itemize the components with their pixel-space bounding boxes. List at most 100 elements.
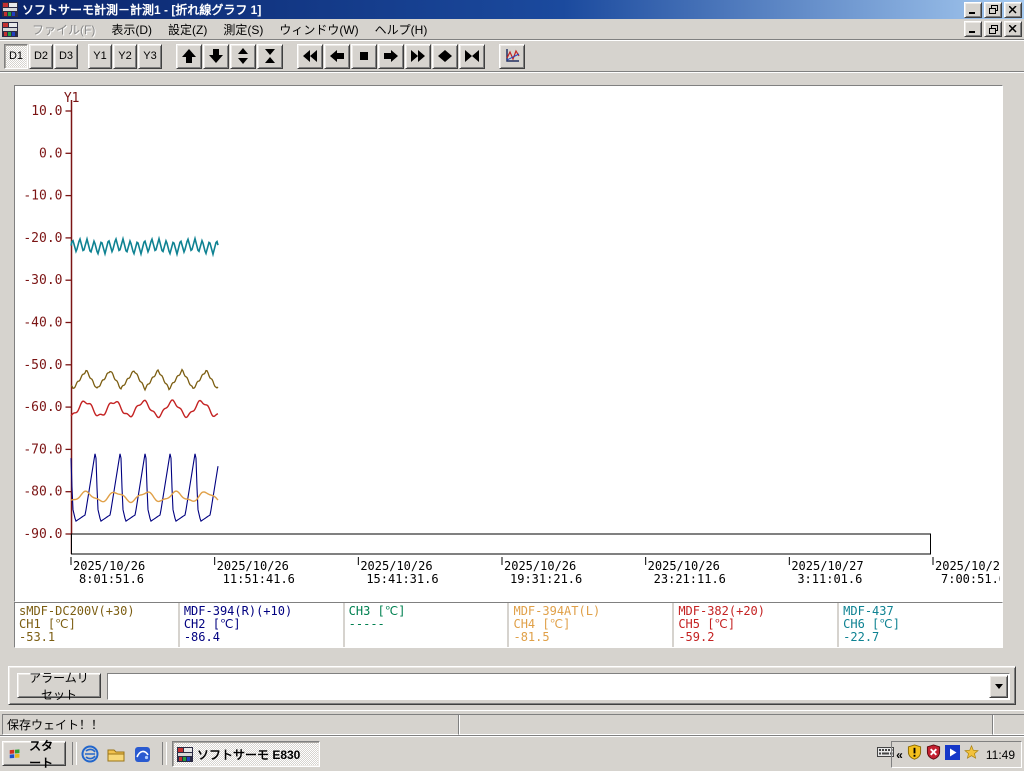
alarm-dropdown-arrow[interactable] [989, 675, 1008, 698]
legend-current-value: -22.7 [843, 631, 1002, 644]
y-tick-label: -40.0 [23, 316, 62, 331]
series-line-ch4 [71, 491, 218, 502]
taskbar-divider [72, 742, 77, 765]
menu-measure[interactable]: 測定(S) [215, 19, 271, 40]
compress-vertical-icon[interactable] [257, 44, 283, 69]
legend-panel: sMDF-DC200V(+30)CH1 [℃]-53.1MDF-394(R)(+… [14, 602, 1003, 648]
time-range-box [72, 534, 931, 554]
child-restore-button[interactable] [984, 21, 1002, 37]
chevron-down-icon [995, 684, 1003, 689]
y-tick-label: -10.0 [23, 189, 62, 204]
legend-cell-ch2[interactable]: MDF-394(R)(+10)CH2 [℃]-86.4 [180, 603, 343, 647]
start-button[interactable]: スタート [2, 741, 66, 766]
y-tick-label: -80.0 [23, 485, 62, 500]
y-tick-label: -90.0 [23, 527, 62, 542]
x-tick-time: 3:11:01.6 [797, 572, 862, 586]
legend-cell-ch3[interactable]: CH3 [℃]----- [345, 603, 508, 647]
x-tick-date: 2025/10/27 [791, 559, 863, 573]
step-left-icon[interactable] [324, 44, 350, 69]
x-tick-time: 7:00:51.6 [941, 572, 1000, 586]
window-title: ソフトサーモ計測－計測1 - [折れ線グラフ 1] [22, 1, 261, 18]
x-tick-date: 2025/10/26 [504, 559, 576, 573]
child-minimize-button[interactable] [964, 21, 982, 37]
document-icon[interactable] [2, 22, 18, 37]
line-chart: Y110.00.0-10.0-20.0-30.0-40.0-50.0-60.0-… [15, 86, 1000, 599]
y-tick-label: 10.0 [31, 104, 62, 119]
series-line-ch1 [71, 370, 218, 390]
expand-horizontal-icon[interactable] [432, 44, 458, 69]
alarm-panel: アラームリセット [8, 666, 1016, 705]
axis-y3-button[interactable]: Y3 [138, 44, 162, 69]
menu-view[interactable]: 表示(D) [103, 19, 160, 40]
x-tick-date: 2025/10/26 [648, 559, 720, 573]
legend-cell-ch4[interactable]: MDF-394AT(L)CH4 [℃]-81.5 [509, 603, 672, 647]
display2-button[interactable]: D2 [29, 44, 53, 69]
fast-rewind-icon[interactable] [297, 44, 323, 69]
series-line-ch2 [71, 454, 218, 521]
scroll-down-icon[interactable] [203, 44, 229, 69]
y-tick-label: -50.0 [23, 358, 62, 373]
security-alert-shield-icon[interactable] [926, 744, 941, 765]
clock[interactable]: 11:49 [986, 748, 1015, 762]
taskbar: スタート ソフトサーモ E830 [0, 736, 1024, 769]
status-bar: 保存ウェイト！！ [0, 710, 1024, 737]
y-tick-label: 0.0 [39, 146, 62, 161]
alarm-dropdown[interactable] [107, 673, 1010, 700]
graph-display-icon[interactable] [499, 44, 525, 69]
x-tick-date: 2025/10/27 [935, 559, 1000, 573]
x-tick-date: 2025/10/26 [73, 559, 145, 573]
task-button-softthermo[interactable]: ソフトサーモ E830 [172, 741, 320, 767]
fast-forward-icon[interactable] [405, 44, 431, 69]
legend-cell-ch6[interactable]: MDF-437CH6 [℃]-22.7 [839, 603, 1002, 647]
taskbar-divider [162, 742, 167, 765]
star-icon[interactable] [964, 745, 979, 765]
display1-button[interactable]: D1 [4, 44, 28, 69]
child-close-button[interactable] [1004, 21, 1022, 37]
status-panel-3 [992, 714, 1024, 735]
close-button[interactable] [1004, 2, 1022, 18]
x-tick-time: 15:41:31.6 [366, 572, 438, 586]
collapse-chevron-icon[interactable]: « [896, 748, 903, 762]
alarm-reset-button[interactable]: アラームリセット [17, 673, 101, 698]
status-message: 保存ウェイト！！ [2, 714, 460, 735]
media-player-icon[interactable] [945, 745, 960, 765]
outlook-express-icon[interactable] [132, 744, 152, 764]
legend-current-value: -53.1 [19, 631, 178, 644]
restore-button[interactable] [984, 2, 1002, 18]
legend-cell-ch1[interactable]: sMDF-DC200V(+30)CH1 [℃]-53.1 [15, 603, 178, 647]
display3-button[interactable]: D3 [54, 44, 78, 69]
app-icon[interactable] [2, 2, 18, 17]
axis-y2-button[interactable]: Y2 [113, 44, 137, 69]
folder-icon[interactable] [106, 744, 126, 764]
minimize-button[interactable] [964, 2, 982, 18]
scroll-up-icon[interactable] [176, 44, 202, 69]
step-right-icon[interactable] [378, 44, 404, 69]
y-tick-label: -30.0 [23, 273, 62, 288]
menu-help[interactable]: ヘルプ(H) [367, 19, 436, 40]
x-tick-time: 19:31:21.6 [510, 572, 582, 586]
menu-window[interactable]: ウィンドウ(W) [271, 19, 366, 40]
task-button-label: ソフトサーモ E830 [197, 746, 300, 763]
start-label: スタート [23, 737, 59, 771]
legend-current-value: -86.4 [184, 631, 343, 644]
status-panel-2 [458, 714, 994, 735]
internet-explorer-icon[interactable] [80, 744, 100, 764]
y-tick-label: -20.0 [23, 231, 62, 246]
menu-bar: ファイル(F) 表示(D) 設定(Z) 測定(S) ウィンドウ(W) ヘルプ(H… [0, 19, 1024, 40]
x-tick-date: 2025/10/26 [217, 559, 289, 573]
x-tick-time: 8:01:51.6 [79, 572, 144, 586]
menu-file: ファイル(F) [24, 19, 103, 40]
toolbar: D1 D2 D3 Y1 Y2 Y3 [0, 41, 1024, 72]
legend-current-value: ----- [349, 618, 508, 631]
legend-cell-ch5[interactable]: MDF-382(+20)CH5 [℃]-59.2 [674, 603, 837, 647]
compress-horizontal-icon[interactable] [459, 44, 485, 69]
axis-y1-button[interactable]: Y1 [88, 44, 112, 69]
x-tick-time: 23:21:11.6 [654, 572, 726, 586]
menu-settings[interactable]: 設定(Z) [160, 19, 215, 40]
legend-current-value: -59.2 [678, 631, 837, 644]
y-tick-label: -60.0 [23, 400, 62, 415]
expand-vertical-icon[interactable] [230, 44, 256, 69]
stop-icon[interactable] [351, 44, 377, 69]
app-icon [177, 747, 193, 762]
security-warning-shield-icon[interactable] [907, 744, 922, 765]
